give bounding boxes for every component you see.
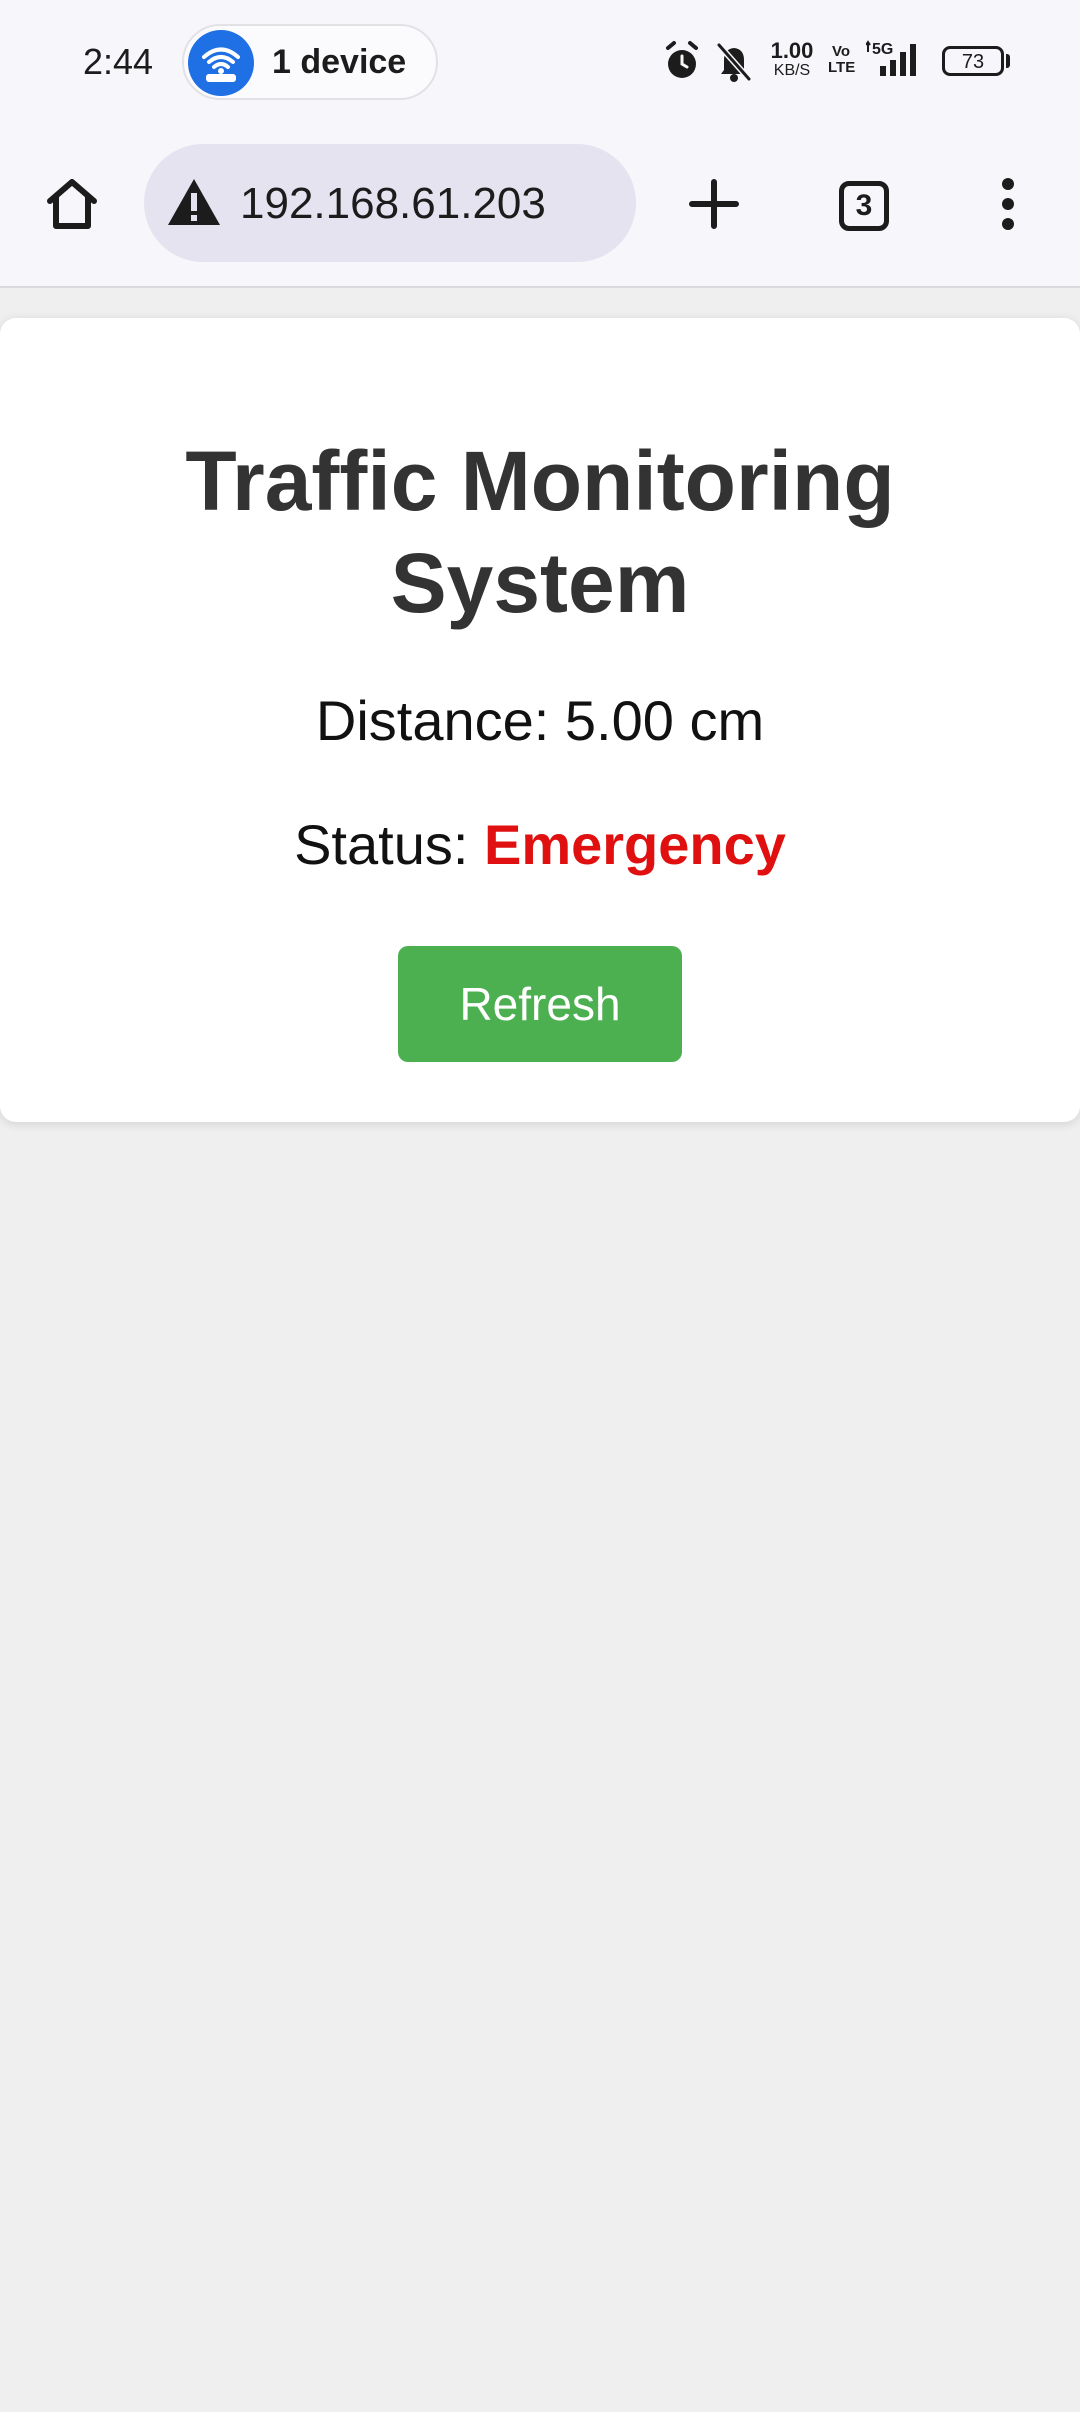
distance-readout: Distance: 5.00 cm xyxy=(0,688,1080,754)
hotspot-chip[interactable]: 1 device xyxy=(182,24,438,100)
page-title: Traffic Monitoring System xyxy=(0,430,1080,634)
bell-muted-icon xyxy=(714,40,754,89)
home-button[interactable] xyxy=(32,126,112,286)
status-readout: Status: Emergency xyxy=(0,812,1080,878)
status-value: Emergency xyxy=(483,813,786,876)
status-bar: 2:44 1 device 1.00 KB/S Vo LTE 5G 73 xyxy=(0,0,1080,126)
battery-cap xyxy=(1006,54,1010,68)
page-title-line1: Traffic Monitoring xyxy=(185,434,895,528)
distance-value: 5.00 cm xyxy=(564,689,765,752)
browser-toolbar: 192.168.61.203 3 xyxy=(0,126,1080,288)
url-text[interactable]: 192.168.61.203 xyxy=(240,178,546,230)
network-speed-value: 1.00 xyxy=(770,38,814,63)
network-speed: 1.00 KB/S xyxy=(764,40,820,80)
more-menu-icon xyxy=(998,176,1018,237)
new-tab-button[interactable] xyxy=(676,126,752,286)
new-tab-plus-icon xyxy=(686,176,742,237)
battery-icon: 73 xyxy=(942,46,1004,76)
volte-bottom: LTE xyxy=(828,59,856,76)
status-label: Status: xyxy=(294,813,469,876)
more-menu-button[interactable] xyxy=(978,126,1038,286)
tab-count: 3 xyxy=(855,189,873,222)
address-bar[interactable]: 192.168.61.203 xyxy=(144,144,636,262)
network-type-label: 5G xyxy=(872,41,893,58)
hotspot-icon xyxy=(188,30,254,96)
home-icon xyxy=(42,174,102,239)
volte-top: Vo xyxy=(831,43,851,60)
page-title-line2: System xyxy=(390,536,690,630)
distance-label: Distance: xyxy=(315,689,550,752)
volte-indicator: Vo LTE xyxy=(828,43,856,76)
content-card: Traffic Monitoring System Distance: 5.00… xyxy=(0,318,1080,1122)
status-time: 2:44 xyxy=(83,41,154,82)
alarm-icon xyxy=(662,40,702,89)
tab-switcher-icon: 3 xyxy=(839,181,889,231)
hotspot-label: 1 device xyxy=(272,43,407,81)
tab-switcher-button[interactable]: 3 xyxy=(824,126,904,286)
battery-level: 73 xyxy=(961,51,985,73)
refresh-button[interactable]: Refresh xyxy=(398,946,682,1062)
warning-icon[interactable] xyxy=(166,176,222,233)
network-speed-unit: KB/S xyxy=(773,62,811,79)
signal-icon: 5G xyxy=(865,38,930,87)
